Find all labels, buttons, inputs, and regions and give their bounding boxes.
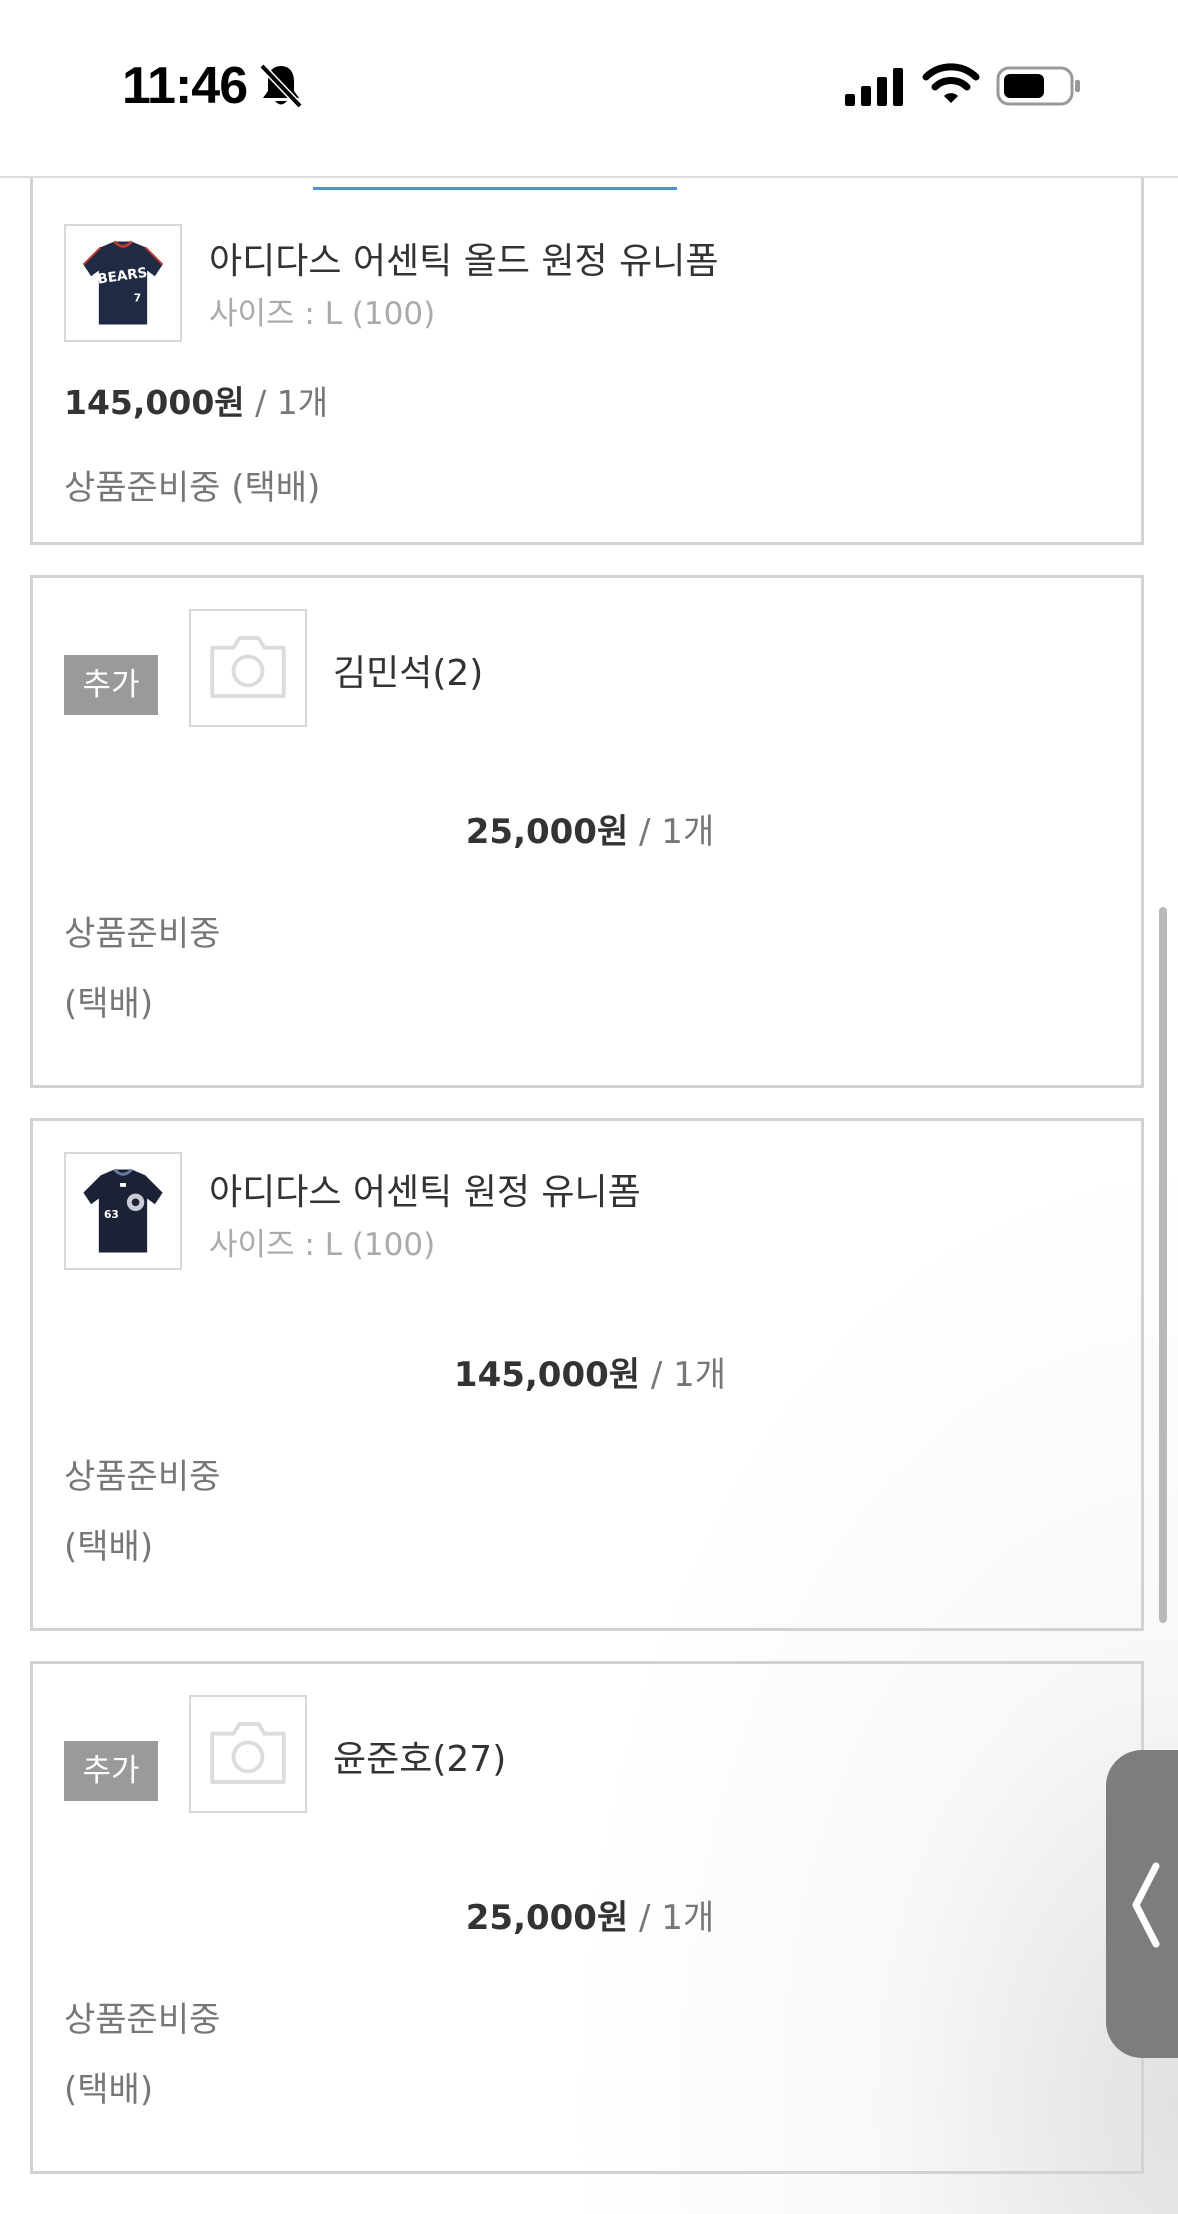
status-bar: 11:46	[0, 0, 1178, 178]
item-quantity: / 1개	[639, 1898, 715, 1938]
vertical-scrollbar[interactable]	[1159, 907, 1167, 1623]
jersey-image: BEARS 7	[82, 240, 164, 325]
side-panel-toggle[interactable]	[1106, 1750, 1178, 2058]
product-thumbnail[interactable]: 63	[64, 1152, 182, 1270]
added-option-badge: 추가	[64, 1741, 158, 1801]
item-price: 145,000원	[64, 383, 245, 422]
item-quantity: / 1개	[639, 812, 715, 852]
product-name[interactable]: 아디다스 어센틱 원정 유니폼	[209, 1163, 641, 1215]
delivery-method: (택배)	[64, 1527, 154, 1567]
svg-text:7: 7	[134, 291, 141, 304]
jersey-image: 63	[83, 1168, 163, 1253]
camera-placeholder-icon	[210, 1722, 286, 1784]
item-price: 25,000원	[465, 1898, 629, 1938]
item-quantity: / 1개	[255, 383, 329, 422]
order-status: 상품준비중 (택배)	[64, 468, 321, 508]
item-price: 25,000원	[465, 812, 629, 852]
price-line: 145,000원 / 1개	[33, 1347, 1147, 1396]
item-price: 145,000원	[453, 1355, 641, 1395]
svg-text:63: 63	[104, 1208, 119, 1221]
product-name[interactable]: 아디다스 어센틱 올드 원정 유니폼	[209, 232, 718, 284]
price-line: 25,000원 / 1개	[33, 804, 1147, 853]
item-quantity: / 1개	[650, 1355, 727, 1395]
chevron-left-icon	[1132, 1862, 1160, 1948]
bell-muted-icon	[258, 62, 304, 110]
order-option-card: 추가 김민석(2) 25,000원 / 1개 상품준비중 (택배)	[30, 575, 1144, 1088]
product-size: 사이즈 : L (100)	[209, 296, 436, 332]
delivery-method: (택배)	[64, 2070, 154, 2110]
battery-icon	[996, 64, 1082, 108]
order-item-card: BEARS 7 아디다스 어센틱 올드 원정 유니폼 사이즈 : L (100)…	[30, 176, 1144, 545]
option-thumbnail	[189, 609, 307, 727]
price-line: 25,000원 / 1개	[33, 1890, 1147, 1939]
product-thumbnail[interactable]: BEARS 7	[64, 224, 182, 342]
status-time: 11:46	[122, 57, 248, 115]
cellular-signal-icon	[843, 66, 905, 106]
order-status: 상품준비중	[64, 914, 221, 954]
option-thumbnail	[189, 1695, 307, 1813]
option-name: 윤준호(27)	[333, 1739, 507, 1780]
order-option-card: 추가 윤준호(27) 25,000원 / 1개 상품준비중 (택배)	[30, 1661, 1144, 2174]
price-line: 145,000원 / 1개	[64, 376, 328, 424]
option-name: 김민석(2)	[333, 653, 484, 694]
wifi-icon	[922, 62, 980, 106]
order-item-card: 63 아디다스 어센틱 원정 유니폼 사이즈 : L (100) 145,000…	[30, 1118, 1144, 1631]
order-status: 상품준비중	[64, 2000, 221, 2040]
delivery-method: (택배)	[64, 984, 154, 1024]
added-option-badge: 추가	[64, 655, 158, 715]
product-size: 사이즈 : L (100)	[209, 1227, 436, 1263]
order-status: 상품준비중	[64, 1457, 221, 1497]
camera-placeholder-icon	[210, 636, 286, 698]
